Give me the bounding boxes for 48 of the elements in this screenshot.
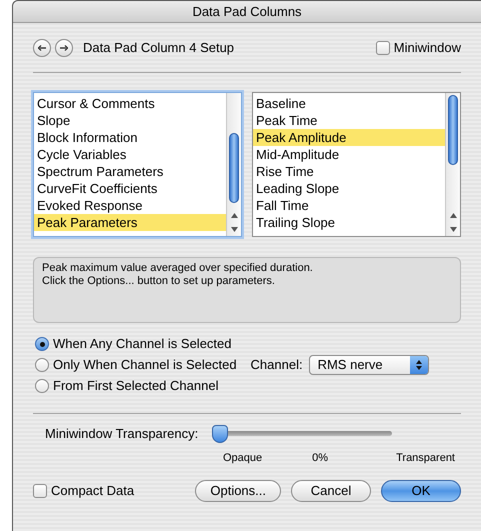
- slider-reading: 0%: [312, 450, 328, 466]
- ok-button[interactable]: OK: [381, 480, 461, 502]
- setup-title: Data Pad Column 4 Setup: [83, 38, 234, 57]
- list-item[interactable]: Block Information: [34, 129, 226, 146]
- scroll-bar[interactable]: [226, 93, 241, 236]
- checkbox-label: Compact Data: [51, 482, 134, 500]
- radio-label: Only When Channel is Selected: [53, 356, 237, 374]
- list-item[interactable]: Mid-Amplitude: [253, 146, 445, 163]
- checkbox-label: Miniwindow: [394, 38, 461, 57]
- radio-button[interactable]: [35, 358, 49, 372]
- back-button[interactable]: [33, 38, 51, 56]
- checkbox[interactable]: [33, 484, 47, 498]
- list-item[interactable]: CurveFit Coefficients: [34, 180, 226, 197]
- list-item[interactable]: Peak Time: [253, 112, 445, 129]
- description-text: Click the Options... button to set up parameters.: [42, 275, 276, 288]
- list-item[interactable]: Peak Parameters: [34, 214, 226, 231]
- slider-max-label: Transparent: [396, 450, 456, 466]
- radio-label: When Any Channel is Selected: [53, 335, 232, 354]
- list-item[interactable]: Cycle Variables: [34, 146, 226, 163]
- slider-label: Miniwindow Transparency:: [45, 425, 198, 443]
- radio-button[interactable]: [35, 379, 49, 393]
- slider-thumb[interactable]: [212, 424, 228, 443]
- left-arrow-icon: [38, 44, 46, 50]
- list-item[interactable]: Spectrum Parameters: [34, 163, 226, 180]
- description-text: Peak maximum value averaged over specified duration.: [42, 262, 314, 275]
- right-arrow-icon: [60, 44, 68, 50]
- slider-min-label: Opaque: [223, 450, 262, 466]
- scroll-bar[interactable]: [445, 93, 460, 236]
- radio-label: From First Selected Channel: [53, 377, 218, 396]
- forward-button[interactable]: [55, 38, 73, 56]
- slider-track[interactable]: [212, 424, 392, 443]
- checkbox[interactable]: [376, 40, 390, 54]
- list-item[interactable]: Evoked Response: [34, 197, 226, 214]
- window-title: Data Pad Columns: [192, 2, 302, 21]
- dialog-button[interactable]: Options...: [195, 480, 281, 502]
- stepper-icon: [410, 356, 428, 374]
- channel-label: Channel:: [250, 356, 303, 374]
- list-item[interactable]: Baseline: [253, 95, 445, 112]
- list-item[interactable]: Rise Time: [253, 163, 445, 180]
- list-item[interactable]: Leading Slope: [253, 180, 445, 197]
- list-item[interactable]: Cursor & Comments: [34, 95, 226, 112]
- list-item[interactable]: Fall Time: [253, 197, 445, 214]
- list-item[interactable]: Trailing Slope: [253, 214, 445, 231]
- dialog-button[interactable]: Cancel: [291, 480, 371, 502]
- list-item[interactable]: Slope: [34, 112, 226, 129]
- channel-select[interactable]: RMS nerve: [308, 355, 429, 375]
- radio-button[interactable]: [35, 337, 49, 351]
- list-item[interactable]: Peak Amplitude: [253, 129, 445, 146]
